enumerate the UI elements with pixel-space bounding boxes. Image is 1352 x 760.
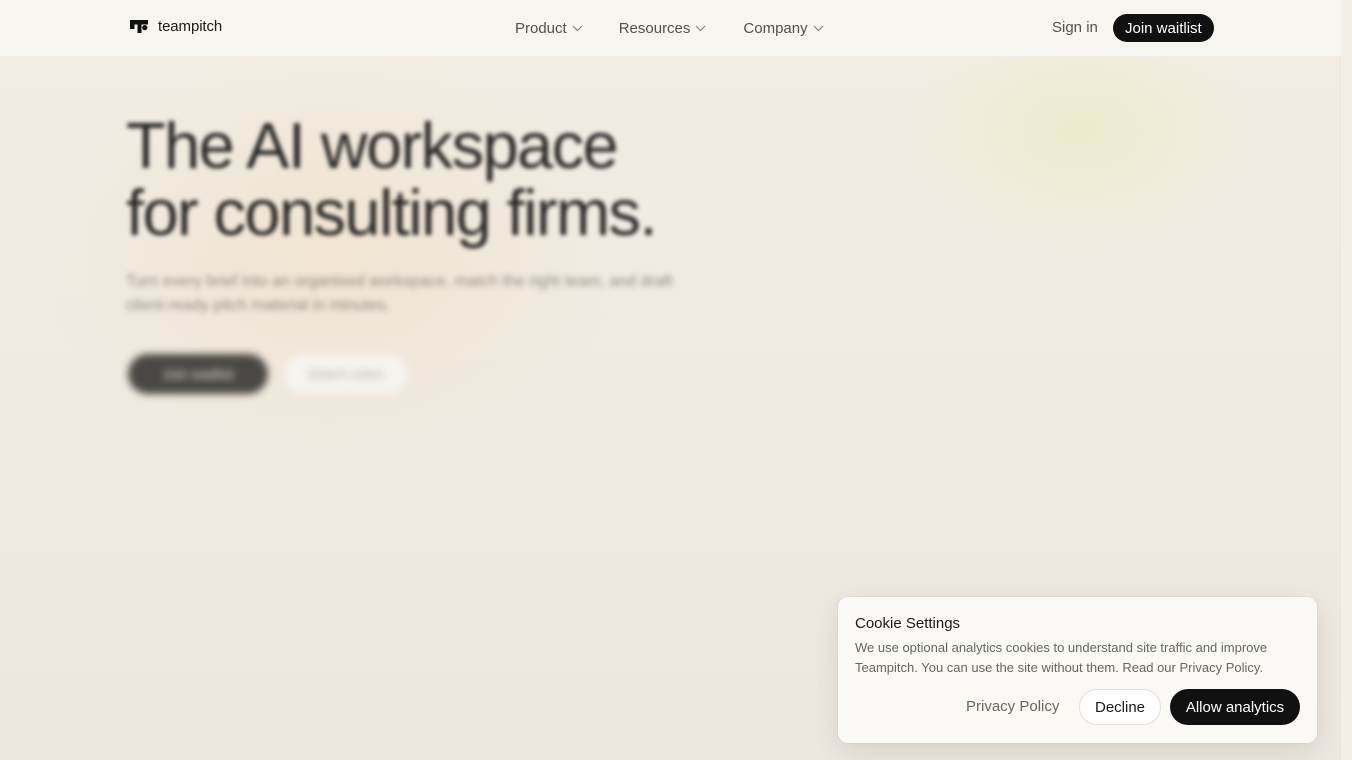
- decline-button[interactable]: Decline: [1079, 689, 1161, 725]
- hero-title-line-1: The AI workspace: [126, 109, 619, 182]
- nav-item-company[interactable]: Company: [743, 19, 824, 37]
- cookie-title: Cookie Settings: [855, 615, 961, 632]
- sign-in-link[interactable]: Sign in: [1052, 19, 1098, 36]
- site-header: teampitch Product Resources Company Sign…: [0, 0, 1341, 57]
- nav-item-label: Resources: [618, 19, 691, 37]
- chevron-down-icon: [695, 24, 706, 32]
- hero-primary-button[interactable]: Join waitlist: [128, 354, 268, 394]
- teampitch-logo-icon: [129, 19, 149, 34]
- nav-item-product[interactable]: Product: [515, 20, 583, 37]
- hero-title: The AI workspace for consulting firms.: [126, 112, 766, 246]
- allow-analytics-button[interactable]: Allow analytics: [1170, 689, 1300, 725]
- join-waitlist-button[interactable]: Join waitlist: [1113, 14, 1214, 42]
- hero-subtitle: Turn every brief into an organised works…: [126, 273, 673, 314]
- nav-item-label: Company: [743, 19, 808, 37]
- hero-secondary-button[interactable]: Watch video: [284, 354, 408, 394]
- hero-actions: Join waitlist Watch video: [128, 354, 408, 394]
- scrollbar-track[interactable]: [1340, 0, 1352, 760]
- brand[interactable]: teampitch: [129, 18, 222, 35]
- cookie-settings-dialog: Cookie Settings We use optional analytic…: [838, 597, 1317, 743]
- nav-item-label: Product: [515, 19, 567, 37]
- cookie-description: We use optional analytics cookies to und…: [855, 640, 1268, 675]
- privacy-policy-link[interactable]: Privacy Policy: [966, 698, 1059, 715]
- brand-name: teampitch: [158, 18, 223, 35]
- nav-item-resources[interactable]: Resources: [619, 20, 707, 37]
- hero-title-line-2: for consulting firms.: [126, 176, 658, 249]
- chevron-down-icon: [572, 24, 583, 32]
- main-nav: Product Resources Company: [515, 0, 824, 56]
- hero: The AI workspace for consulting firms. T…: [126, 112, 766, 318]
- chevron-down-icon: [813, 24, 824, 32]
